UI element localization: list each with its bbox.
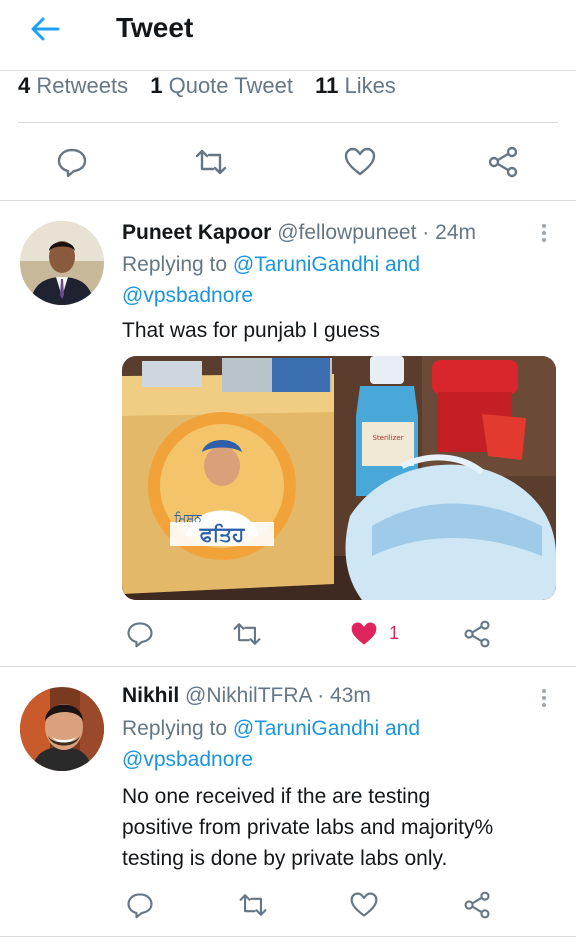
reply-icon[interactable] — [55, 145, 89, 179]
share-icon[interactable] — [462, 890, 492, 920]
mention-link[interactable]: @vpsbadnore — [122, 748, 253, 771]
mention-link[interactable]: @TaruniGandhi and — [233, 253, 420, 276]
more-options-icon[interactable] — [536, 221, 552, 247]
header-bar: Tweet — [0, 0, 576, 70]
heart-filled-icon[interactable] — [349, 619, 379, 649]
reply-icon[interactable] — [125, 619, 155, 649]
author-name[interactable]: Nikhil — [122, 684, 179, 707]
share-icon[interactable] — [462, 619, 492, 649]
box-label: ਫਤਿਹ — [199, 522, 245, 546]
separator: · — [317, 684, 325, 707]
divider — [0, 70, 576, 71]
mention-link[interactable]: @vpsbadnore — [122, 284, 253, 307]
author-name[interactable]: Puneet Kapoor — [122, 221, 271, 244]
author-handle[interactable]: @NikhilTFRA — [185, 684, 311, 707]
heart-icon[interactable] — [349, 890, 379, 920]
share-icon[interactable] — [486, 145, 520, 179]
reply-tweet[interactable]: Nikhil @NikhilTFRA · 43m Replying to @Ta… — [0, 667, 576, 937]
back-arrow-icon[interactable] — [28, 12, 62, 46]
author-line: Puneet Kapoor @fellowpuneet · 24m — [122, 221, 476, 245]
more-options-icon[interactable] — [536, 686, 552, 712]
retweet-icon[interactable] — [237, 890, 269, 920]
engagement-stats: 4 Retweets 1 Quote Tweet 11 Likes — [18, 73, 412, 99]
retweet-icon[interactable] — [231, 619, 263, 649]
quote-tweets-count-link[interactable]: 1 Quote Tweet — [150, 73, 293, 98]
retweets-count-link[interactable]: 4 Retweets — [18, 73, 128, 98]
separator: · — [422, 221, 430, 244]
tweet-photo[interactable]: ਫਤਿਹ ਮਿਸ਼ਨ Sterilizer — [122, 356, 556, 600]
timestamp: 24m — [435, 221, 476, 244]
author-handle[interactable]: @fellowpuneet — [277, 221, 416, 244]
retweet-icon[interactable] — [193, 145, 229, 179]
mention-link[interactable]: @TaruniGandhi and — [233, 717, 420, 740]
likes-count-link[interactable]: 11 Likes — [315, 73, 396, 98]
tweet-text: No one received if the are testing posit… — [122, 785, 494, 870]
avatar[interactable] — [20, 687, 104, 771]
page-title: Tweet — [116, 12, 194, 43]
heart-icon[interactable] — [343, 145, 377, 179]
bottle-label: Sterilizer — [372, 434, 403, 442]
timestamp: 43m — [330, 684, 371, 707]
divider — [0, 936, 576, 937]
like-count: 1 — [389, 623, 400, 643]
tweet-text: That was for punjab I guess — [122, 319, 380, 342]
reply-tweet[interactable]: Puneet Kapoor @fellowpuneet · 24m Replyi… — [0, 201, 576, 666]
replying-to: Replying to @TaruniGandhi and @vpsbadnor… — [122, 717, 421, 771]
replying-to: Replying to @TaruniGandhi and @vpsbadnor… — [122, 253, 421, 307]
box-label-small: ਮਿਸ਼ਨ — [173, 511, 202, 525]
avatar[interactable] — [20, 221, 104, 305]
author-line: Nikhil @NikhilTFRA · 43m — [122, 684, 371, 708]
reply-icon[interactable] — [125, 890, 155, 920]
divider — [18, 122, 558, 123]
